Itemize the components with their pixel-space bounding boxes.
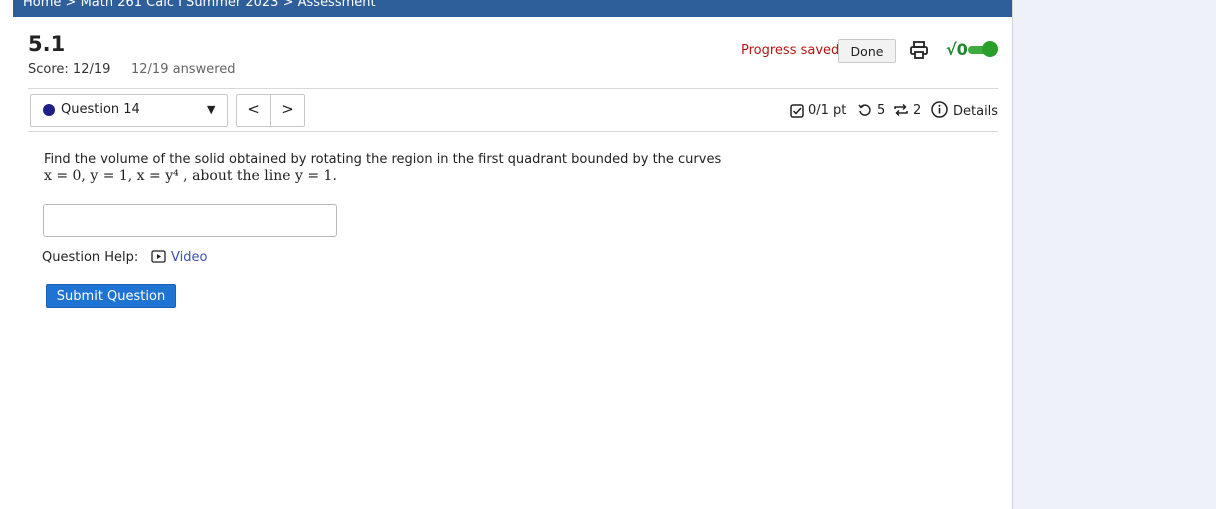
question-text: Find the volume of the solid obtained by… [44,152,722,167]
divider [28,131,998,132]
video-icon[interactable] [151,250,166,263]
retries-count: 5 [877,103,886,118]
previous-question-button[interactable]: < [237,100,270,118]
question-help-label: Question Help: [42,250,139,265]
question-select-label: Question 14 [61,102,140,117]
breadcrumb-separator: > [282,0,298,10]
submit-question-button[interactable]: Submit Question [46,284,176,308]
top-bar: Home > Math 261 Calc I Summer 2023 > Ass… [13,0,1012,17]
question-status-dot [43,104,55,116]
repeat-icon [894,103,908,117]
points-text: 0/1 pt [808,103,847,118]
breadcrumb-separator: > [65,0,81,10]
question-nav-buttons: < > [236,94,305,127]
breadcrumb-assessment: Assessment [297,0,376,10]
breadcrumb: Home > Math 261 Calc I Summer 2023 > Ass… [23,0,376,10]
retry-icon [858,104,871,116]
chevron-down-icon: ▼ [207,103,216,116]
question-select[interactable]: Question 14 ▼ [30,94,228,127]
left-margin [0,0,14,509]
video-link[interactable]: Video [171,250,207,265]
page-title: 5.1 [28,32,66,56]
math-keyboard-icon[interactable]: √0 [946,40,968,59]
checkbox-icon [790,104,804,118]
breadcrumb-home[interactable]: Home [23,0,61,10]
math-toggle-switch[interactable] [968,41,998,57]
printer-icon[interactable] [909,40,929,60]
divider [28,88,998,89]
answer-input[interactable] [43,204,337,237]
details-link[interactable]: Details [953,104,998,119]
attempts-count: 2 [913,103,922,118]
question-math: x = 0, y = 1, x = y⁴ , about the line y … [44,168,337,184]
done-button[interactable]: Done [838,39,896,63]
next-question-button[interactable]: > [271,100,304,118]
progress-saved-status: Progress saved [741,43,840,58]
assessment-panel: Home > Math 261 Calc I Summer 2023 > Ass… [13,0,1013,509]
answered-count: 12/19 answered [131,62,236,77]
info-icon[interactable] [931,101,948,118]
score-text: Score: 12/19 [28,62,111,77]
breadcrumb-course[interactable]: Math 261 Calc I Summer 2023 [81,0,279,10]
